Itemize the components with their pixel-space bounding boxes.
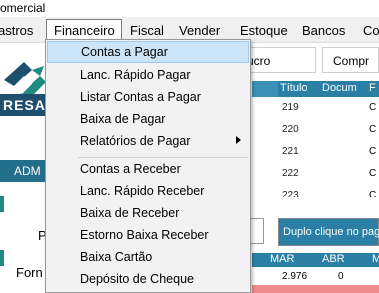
double-click-hint-text: Duplo clique no pag [283, 226, 379, 238]
cell-c: C [369, 124, 377, 135]
title-bar: omercial [0, 0, 379, 17]
table-row[interactable]: 220 C [278, 119, 379, 141]
menu-vender[interactable]: Vender [179, 23, 220, 38]
menu-financeiro[interactable]: Financeiro [46, 19, 122, 41]
cell-titulo: 221 [282, 146, 299, 157]
col-abr[interactable]: ABR [322, 253, 345, 265]
menu-item-label: Baixa Cartão [80, 250, 153, 264]
submenu-arrow-icon [236, 136, 241, 144]
menu-item-label: Lanc. Rápido Pagar [80, 68, 191, 82]
double-click-hint[interactable]: Duplo clique no pag [278, 218, 379, 246]
menu-item-estorno-baixa-receber[interactable]: Estorno Baixa Receber [46, 224, 250, 246]
menu-item-label: Relatórios de Pagar [80, 134, 191, 148]
menu-item-label: Contas a Pagar [81, 45, 168, 59]
cell-c: C [369, 146, 377, 157]
menu-item-label: Lanc. Rápido Receber [80, 184, 205, 198]
table-row[interactable]: 219 C [278, 97, 379, 119]
table-row[interactable]: 223 C [278, 185, 379, 197]
side-label-forn: Forn [16, 265, 43, 280]
cell-c: C [369, 190, 377, 197]
col-titulo[interactable]: Título [280, 82, 308, 94]
cell-mar: 2.976 [282, 271, 308, 282]
menu-financeiro-label: Financeiro [54, 23, 115, 38]
menu-item-label: Baixa de Pagar [80, 112, 166, 126]
menu-cadastros[interactable]: astros [0, 23, 33, 38]
menu-estoque[interactable]: Estoque [240, 23, 288, 38]
small-field[interactable] [250, 218, 264, 244]
col-f[interactable]: F [369, 82, 376, 94]
menu-item-label: Baixa de Receber [80, 206, 180, 220]
menu-item-label: Contas a Receber [80, 162, 181, 176]
cell-titulo: 219 [282, 102, 299, 113]
menu-item-label: Estorno Baixa Receber [80, 228, 209, 242]
bottom-grid-header: MAR ABR M [252, 253, 379, 267]
grid-header-stub [252, 81, 278, 97]
cell-c: C [369, 168, 377, 179]
cell-titulo: 220 [282, 124, 299, 135]
cell-abr: 0 [338, 271, 344, 282]
adm-tab[interactable]: ADM [0, 160, 46, 182]
menu-bancos[interactable]: Bancos [302, 23, 345, 38]
cell-c: C [369, 102, 377, 113]
menu-co[interactable]: Co [363, 23, 379, 38]
status-strip [252, 285, 379, 293]
menu-fiscal[interactable]: Fiscal [130, 23, 164, 38]
lucro-field[interactable]: ucro [240, 47, 316, 73]
financeiro-dropdown: Contas a Pagar Lanc. Rápido Pagar Listar… [45, 39, 251, 293]
compras-field[interactable]: Compr [322, 47, 379, 73]
menu-item-contas-a-pagar[interactable]: Contas a Pagar [47, 41, 249, 63]
cell-titulo: 223 [282, 190, 299, 197]
compras-field-text: Compr [333, 54, 370, 68]
menu-item-label: Depósito de Cheque [80, 272, 194, 286]
side-marker [0, 196, 4, 212]
col-m[interactable]: M [372, 253, 379, 265]
table-row[interactable]: 221 C [278, 141, 379, 163]
col-mar[interactable]: MAR [270, 253, 294, 265]
adm-label: ADM [14, 164, 41, 178]
menu-item-deposito-de-cheque[interactable]: Depósito de Cheque [46, 268, 250, 290]
cell-titulo: 222 [282, 168, 299, 179]
menu-item-lanc-rapido-pagar[interactable]: Lanc. Rápido Pagar [46, 64, 250, 86]
grid-header: Título Docum F [278, 81, 379, 97]
menu-item-label: Listar Contas a Pagar [80, 90, 201, 104]
menu-item-baixa-cartao[interactable]: Baixa Cartão [46, 246, 250, 268]
brand-text: RESA [3, 97, 46, 113]
side-marker [0, 250, 4, 266]
menu-item-baixa-de-pagar[interactable]: Baixa de Pagar [46, 108, 250, 130]
menu-item-contas-a-receber[interactable]: Contas a Receber [46, 158, 250, 180]
menu-item-baixa-de-receber[interactable]: Baixa de Receber [46, 202, 250, 224]
menu-item-relatorios-de-pagar[interactable]: Relatórios de Pagar [46, 130, 250, 152]
brand-band: RESA [0, 94, 46, 116]
menu-item-lanc-rapido-receber[interactable]: Lanc. Rápido Receber [46, 180, 250, 202]
table-row[interactable]: 222 C [278, 163, 379, 185]
col-docum[interactable]: Docum [322, 82, 357, 94]
window-title: omercial [0, 1, 46, 15]
menu-item-listar-contas-a-pagar[interactable]: Listar Contas a Pagar [46, 86, 250, 108]
